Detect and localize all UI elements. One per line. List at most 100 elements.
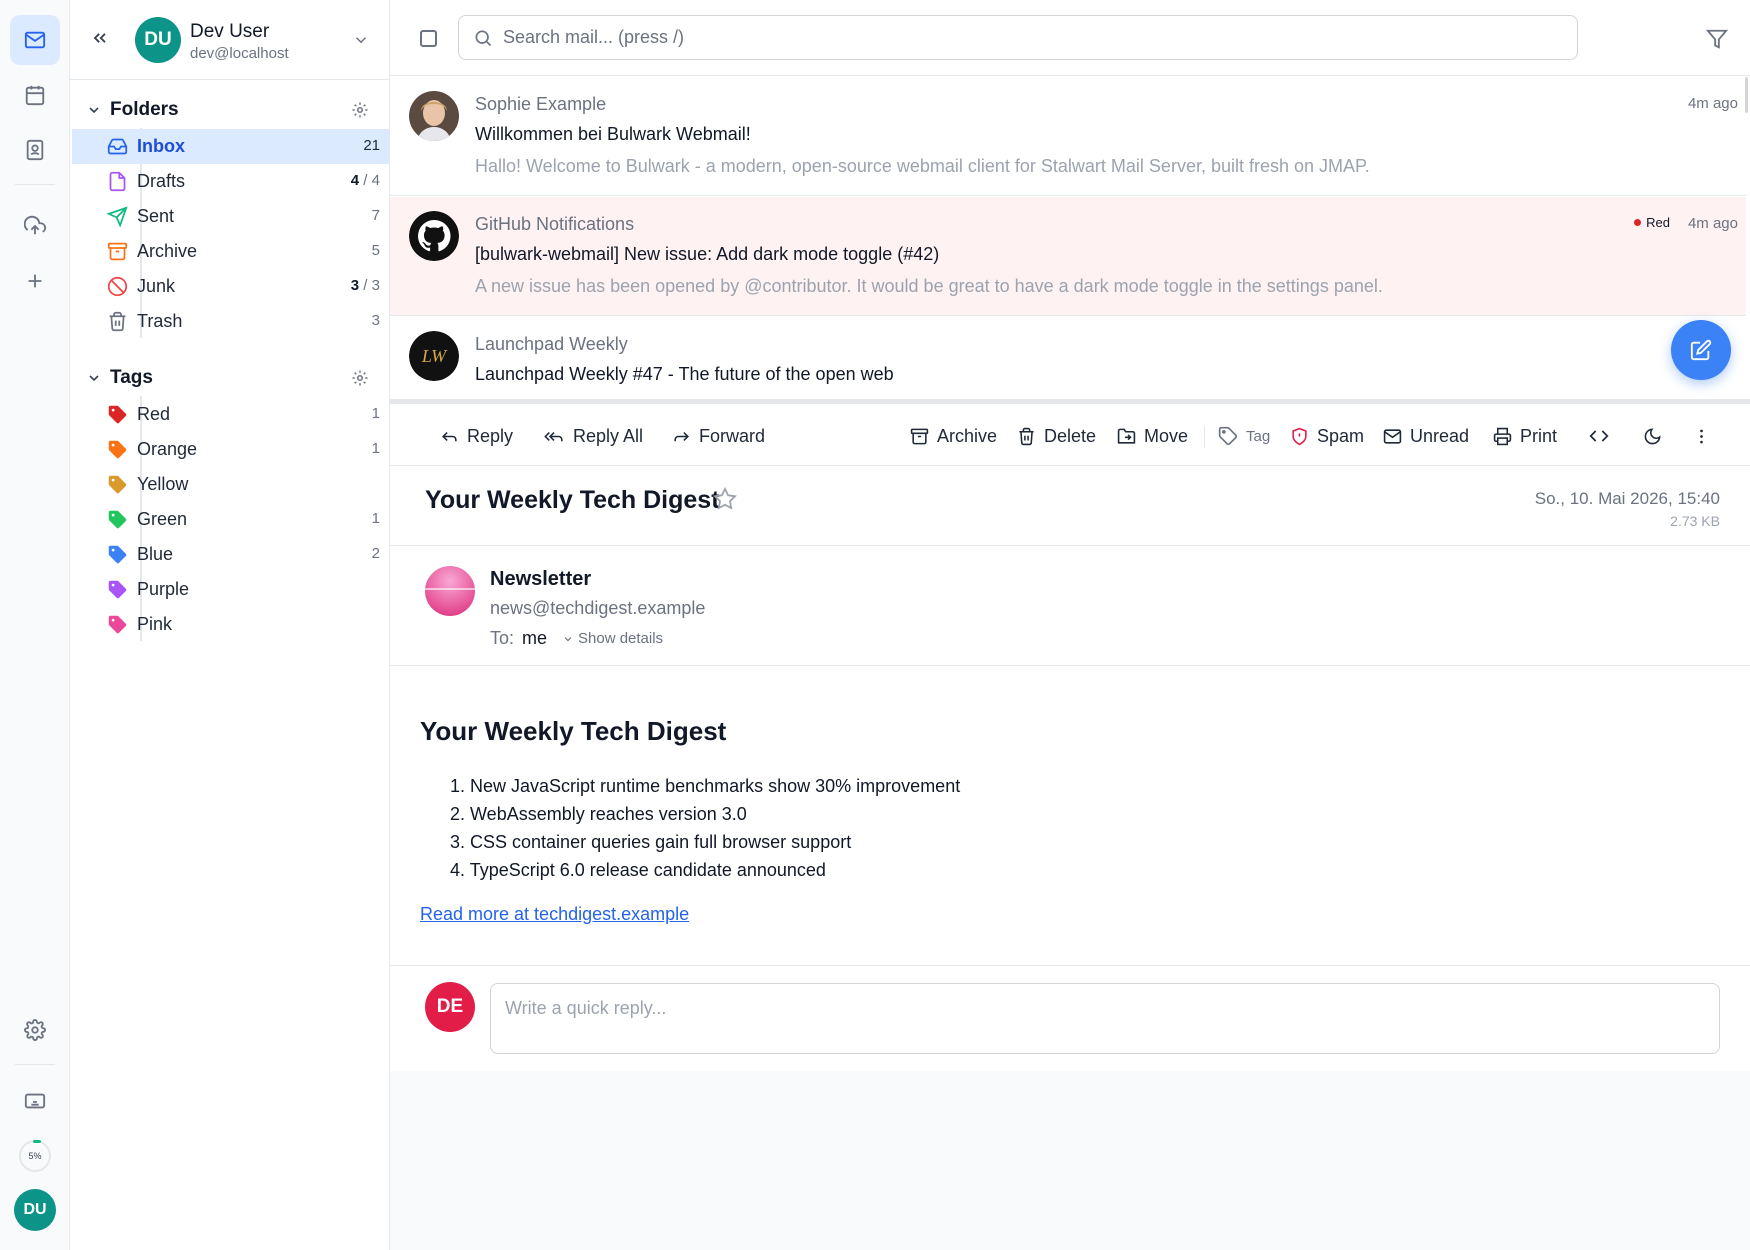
tag-button[interactable]: Tag — [1218, 424, 1270, 448]
folder-count: 5 — [371, 242, 380, 259]
gear-icon[interactable] — [10, 1005, 60, 1055]
tag-label: Green — [137, 509, 188, 529]
print-button[interactable]: Print — [1493, 424, 1557, 448]
email-toolbar: Reply Reply All Forward Archive Delete M… — [390, 404, 1750, 466]
launchpad-avatar: LW — [409, 331, 459, 381]
folder-label: Archive — [137, 241, 198, 261]
folder-count: 7 — [371, 207, 380, 224]
message-row[interactable]: LW Launchpad Weekly Launchpad Weekly #47… — [390, 317, 1746, 399]
pencil-square-icon — [1690, 339, 1712, 361]
compose-button[interactable] — [1671, 320, 1731, 380]
folder-count: 3 — [371, 312, 380, 329]
list-item: 4. TypeScript 6.0 release candidate anno… — [450, 860, 826, 880]
chevron-down-icon[interactable] — [352, 31, 370, 49]
account-switcher[interactable]: DU Dev User dev@localhost — [70, 0, 390, 80]
sender-email[interactable]: news@techdigest.example — [490, 598, 705, 619]
read-more-link[interactable]: Read more at techdigest.example — [420, 904, 689, 925]
account-name: Dev User — [190, 21, 270, 42]
tag-icon — [107, 544, 128, 565]
folder-settings-icon[interactable] — [351, 101, 369, 119]
collapse-sidebar-icon[interactable] — [90, 28, 110, 48]
more-options-button[interactable] — [1692, 424, 1711, 448]
email-size: 2.73 KB — [1670, 513, 1720, 529]
avatar[interactable]: DU — [14, 1189, 56, 1231]
folder-count: 21 — [363, 137, 380, 154]
tag-label: Purple — [137, 579, 190, 599]
select-all-checkbox[interactable] — [420, 30, 437, 47]
tag-icon — [107, 474, 128, 495]
message-preview: Hallo! Welcome to Bulwark - a modern, op… — [475, 156, 1370, 176]
message-from: Sophie Example — [475, 94, 607, 114]
message-row[interactable]: GitHub Notifications [bulwark-webmail] N… — [390, 197, 1746, 316]
ban-icon — [107, 276, 128, 297]
tag-icon — [107, 509, 128, 530]
plus-icon[interactable] — [10, 256, 60, 306]
calendar-icon[interactable] — [10, 70, 60, 120]
quick-reply-input[interactable] — [490, 983, 1720, 1054]
delete-button[interactable]: Delete — [1017, 424, 1096, 448]
tag-red[interactable]: Red 1 — [72, 397, 390, 432]
sidebar: DU Dev User dev@localhost Folders Inbox … — [70, 0, 390, 1250]
reply-button[interactable]: Reply — [440, 424, 513, 448]
tag-green[interactable]: Green 1 — [72, 502, 390, 537]
keyboard-icon[interactable] — [10, 1076, 60, 1126]
tag-blue[interactable]: Blue 2 — [72, 537, 390, 572]
contacts-icon[interactable] — [10, 125, 60, 175]
sender-avatar — [409, 91, 459, 141]
tag-icon — [107, 439, 128, 460]
star-icon[interactable] — [713, 487, 737, 511]
chevron-down-icon[interactable] — [86, 102, 102, 118]
filter-icon[interactable] — [1706, 28, 1728, 50]
message-subject: Launchpad Weekly #47 - The future of the… — [475, 364, 894, 384]
tag-label: Pink — [137, 614, 173, 634]
folder-count: 4 / 4 — [350, 172, 380, 189]
folder-junk[interactable]: Junk 3 / 3 — [72, 269, 390, 304]
moon-icon — [1644, 427, 1661, 444]
search-input[interactable] — [503, 16, 1563, 59]
tag-label: Red — [137, 404, 171, 424]
github-avatar — [409, 211, 459, 261]
trash-icon — [107, 311, 128, 332]
tag-settings-icon[interactable] — [351, 369, 369, 387]
tag-label: Blue — [137, 544, 174, 564]
tag-pink[interactable]: Pink — [72, 607, 390, 642]
search-icon — [473, 28, 493, 48]
folder-archive[interactable]: Archive 5 — [72, 234, 390, 269]
chevron-down-icon[interactable] — [86, 370, 102, 386]
show-details-toggle[interactable]: Show details — [562, 630, 663, 647]
avatar: DE — [425, 982, 475, 1032]
folder-sent[interactable]: Sent 7 — [72, 199, 390, 234]
tag-label: Orange — [137, 439, 198, 459]
email-header: Your Weekly Tech Digest So., 10. Mai 202… — [390, 466, 1750, 546]
unread-button[interactable]: Unread — [1383, 424, 1469, 448]
spam-button[interactable]: Spam — [1290, 424, 1364, 448]
storage-quota[interactable]: 5% — [19, 1140, 51, 1172]
tag-yellow[interactable]: Yellow — [72, 467, 390, 502]
message-row[interactable]: Sophie Example Willkommen bei Bulwark We… — [390, 77, 1746, 196]
move-button[interactable]: Move — [1117, 424, 1188, 448]
archive-button[interactable]: Archive — [910, 424, 997, 448]
folder-trash[interactable]: Trash 3 — [72, 304, 390, 339]
view-source-button[interactable] — [1589, 424, 1609, 448]
recipient-label: To: — [490, 628, 515, 648]
folders-section-header[interactable]: Folders — [70, 92, 390, 128]
reply-all-button[interactable]: Reply All — [543, 424, 643, 448]
tag-orange[interactable]: Orange 1 — [72, 432, 390, 467]
forward-button[interactable]: Forward — [672, 424, 765, 448]
tags-section-header[interactable]: Tags — [70, 360, 390, 396]
tag-icon — [107, 579, 128, 600]
sender-name: Newsletter — [490, 568, 592, 590]
file-icon — [107, 171, 128, 192]
mail-icon[interactable] — [10, 15, 60, 65]
app-rail: 5% DU — [0, 0, 70, 1250]
list-scrollbar[interactable] — [1745, 77, 1748, 113]
theme-toggle-button[interactable] — [1643, 424, 1662, 448]
folder-drafts[interactable]: Drafts 4 / 4 — [72, 164, 390, 199]
email-sender: Newsletter news@techdigest.example To: m… — [390, 546, 1750, 666]
search-box[interactable] — [458, 15, 1578, 60]
archive-icon — [107, 241, 128, 262]
tag-purple[interactable]: Purple — [72, 572, 390, 607]
upload-cloud-icon[interactable] — [10, 201, 60, 251]
recipient-value: me — [522, 628, 548, 648]
folder-inbox[interactable]: Inbox 21 — [72, 129, 390, 164]
